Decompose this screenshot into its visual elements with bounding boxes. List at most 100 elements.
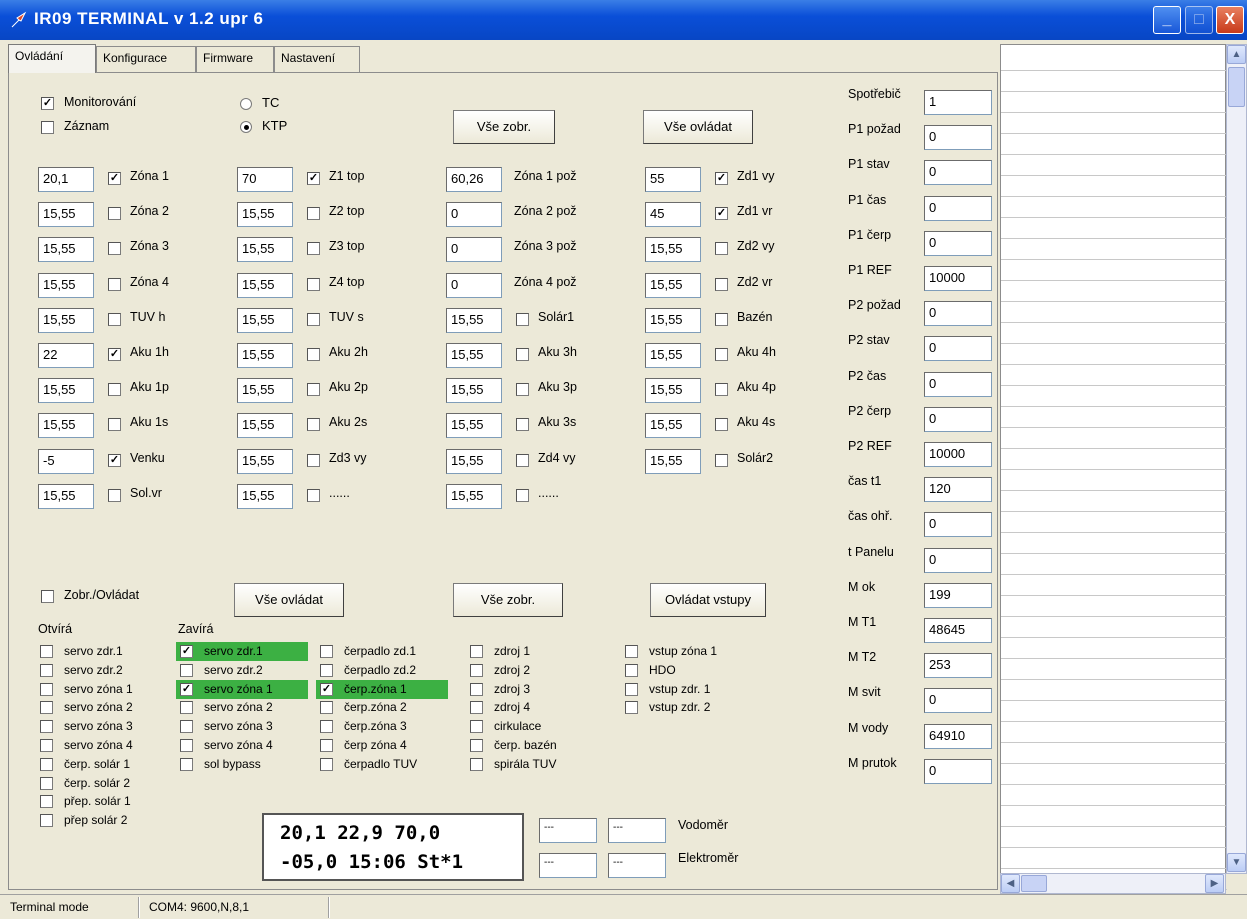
elektromer-field-b[interactable]: --- [608,853,666,878]
sensor-checkbox-zona-1[interactable]: ✓ [108,172,121,185]
sensor-value-field[interactable]: 15,55 [237,483,293,509]
sensor-value-field[interactable]: 55 [645,167,701,192]
col1-checkbox-prep-solar-2[interactable] [40,814,53,828]
sensor-value-field[interactable]: 15,55 [446,343,502,368]
param-field-p2-stav[interactable]: 0 [924,336,992,362]
col3-checkbox-cerp-zona-2[interactable] [320,701,333,715]
sensor-value-field[interactable]: 15,55 [645,448,701,474]
sensor-checkbox-aku-1h[interactable]: ✓ [108,348,121,361]
sensor-checkbox-zona-3[interactable] [108,242,121,256]
vse-ovladat-bottom-button[interactable]: Vše ovládat [234,583,344,617]
sensor-value-field[interactable]: 0 [446,272,502,298]
sensor-checkbox-solar1[interactable] [516,312,529,326]
param-field-p1-pozad[interactable]: 0 [924,125,992,151]
col5-checkbox-hdo[interactable] [625,663,638,677]
sensor-value-field[interactable]: 15,55 [237,272,293,298]
sensor-value-field[interactable]: 15,55 [38,237,94,263]
param-field-m-svit[interactable]: 0 [924,688,992,714]
col4-checkbox-cirkulace[interactable] [470,720,483,734]
sensor-value-field[interactable]: 15,55 [446,483,502,509]
param-field-p1-cas[interactable]: 0 [924,195,992,221]
sensor-checkbox-zd2-vy[interactable] [715,242,728,256]
param-field-m-t2[interactable]: 253 [924,653,992,679]
sensor-checkbox-aku-1p[interactable] [108,383,121,397]
sensor-value-field[interactable]: 15,55 [38,378,94,404]
col1-checkbox-servo-zona-1[interactable] [40,682,53,696]
sensor-value-field[interactable]: 20,1 [38,167,94,192]
sensor-value-field[interactable]: 15,55 [645,237,701,263]
col1-checkbox-servo-zona-3[interactable] [40,720,53,734]
sensor-value-field[interactable]: 15,55 [645,272,701,298]
ktp-radio[interactable] [240,121,252,133]
sensor-value-field[interactable]: 15,55 [237,343,293,368]
sensor-checkbox-z4-top[interactable] [307,277,320,291]
tab-ovladani[interactable]: Ovládání [8,44,96,73]
col2-checkbox-servo-zdr-2[interactable] [180,663,193,677]
col2-checkbox-servo-zona-4[interactable] [180,739,193,752]
close-button[interactable]: X [1216,6,1244,34]
sensor-checkbox-venku[interactable]: ✓ [108,453,121,467]
param-field-m-t1[interactable]: 48645 [924,618,992,643]
col2-checkbox-servo-zona-1[interactable]: ✓ [180,682,193,696]
col1-checkbox-servo-zona-2[interactable] [40,701,53,715]
sensor-value-field[interactable]: 15,55 [237,237,293,263]
sensor-checkbox-zd1-vr[interactable]: ✓ [715,207,728,221]
col2-checkbox-servo-zdr-1[interactable]: ✓ [180,645,193,658]
sensor-checkbox-zd2-vr[interactable] [715,277,728,291]
minimize-button[interactable]: _ [1153,6,1181,34]
col4-checkbox-zdroj-3[interactable] [470,682,483,696]
param-field-cas-ohr[interactable]: 0 [924,512,992,538]
sensor-checkbox-aku-2h[interactable] [307,348,320,361]
sensor-checkbox-blank[interactable] [516,488,529,502]
sensor-checkbox-zona-2[interactable] [108,207,121,221]
col4-checkbox-zdroj-4[interactable] [470,701,483,715]
sensor-value-field[interactable]: 15,55 [237,202,293,228]
sensor-value-field[interactable]: 15,55 [38,483,94,509]
vertical-scrollbar[interactable]: ▲ ▼ [1226,44,1247,874]
sensor-value-field[interactable]: 60,26 [446,167,502,192]
col4-checkbox-cerp-bazen[interactable] [470,739,483,752]
col3-checkbox-cerpadlo-zd-1[interactable] [320,645,333,658]
vse-zobr-button[interactable]: Vše zobr. [453,110,555,144]
sensor-value-field[interactable]: 15,55 [645,343,701,368]
sensor-value-field[interactable]: 15,55 [446,413,502,439]
sensor-value-field[interactable]: 15,55 [645,307,701,333]
param-field-p2-ref[interactable]: 10000 [924,442,992,467]
sensor-value-field[interactable]: 15,55 [446,307,502,333]
param-field-p1-stav[interactable]: 0 [924,160,992,186]
sensor-value-field[interactable]: 0 [446,202,502,228]
sensor-value-field[interactable]: 0 [446,237,502,263]
vse-zobr-bottom-button[interactable]: Vše zobr. [453,583,563,617]
col1-checkbox-prep-solar-1[interactable] [40,795,53,809]
sensor-value-field[interactable]: 15,55 [38,202,94,228]
monitorovani-checkbox[interactable]: ✓ [41,97,54,110]
sensor-value-field[interactable]: 15,55 [645,378,701,404]
tc-radio[interactable] [240,98,252,110]
ovladat-vstupy-button[interactable]: Ovládat vstupy [650,583,766,617]
col2-checkbox-sol-bypass[interactable] [180,757,193,771]
col5-checkbox-vstup-zdr-1[interactable] [625,682,638,696]
col2-checkbox-servo-zona-3[interactable] [180,720,193,734]
sensor-checkbox-zd3-vy[interactable] [307,453,320,467]
sensor-value-field[interactable]: 15,55 [237,378,293,404]
param-field-m-vody[interactable]: 64910 [924,723,992,749]
sensor-value-field[interactable]: 15,55 [446,378,502,404]
param-field-cas-t1[interactable]: 120 [924,477,992,503]
param-field-m-prutok[interactable]: 0 [924,758,992,784]
tab-nastaveni[interactable]: Nastavení [274,46,360,72]
param-field-p1-ref[interactable]: 10000 [924,266,992,291]
sensor-value-field[interactable]: 15,55 [645,413,701,439]
col3-checkbox-cerpadlo-tuv[interactable] [320,757,333,771]
zaznam-checkbox[interactable] [41,121,54,134]
sensor-value-field[interactable]: 15,55 [237,448,293,474]
col3-checkbox-cerp-zona-3[interactable] [320,720,333,734]
param-field-t-panelu[interactable]: 0 [924,547,992,573]
sensor-value-field[interactable]: 70 [237,167,293,192]
sensor-value-field[interactable]: 22 [38,343,94,368]
col1-checkbox-cerp-solar-1[interactable] [40,757,53,771]
vodomer-field-b[interactable]: --- [608,818,666,843]
sensor-checkbox-zd4-vy[interactable] [516,453,529,467]
horizontal-scrollbar[interactable]: ◀ ▶ [1000,873,1226,894]
sensor-value-field[interactable]: 15,55 [237,413,293,439]
sensor-checkbox-zona-4[interactable] [108,277,121,291]
